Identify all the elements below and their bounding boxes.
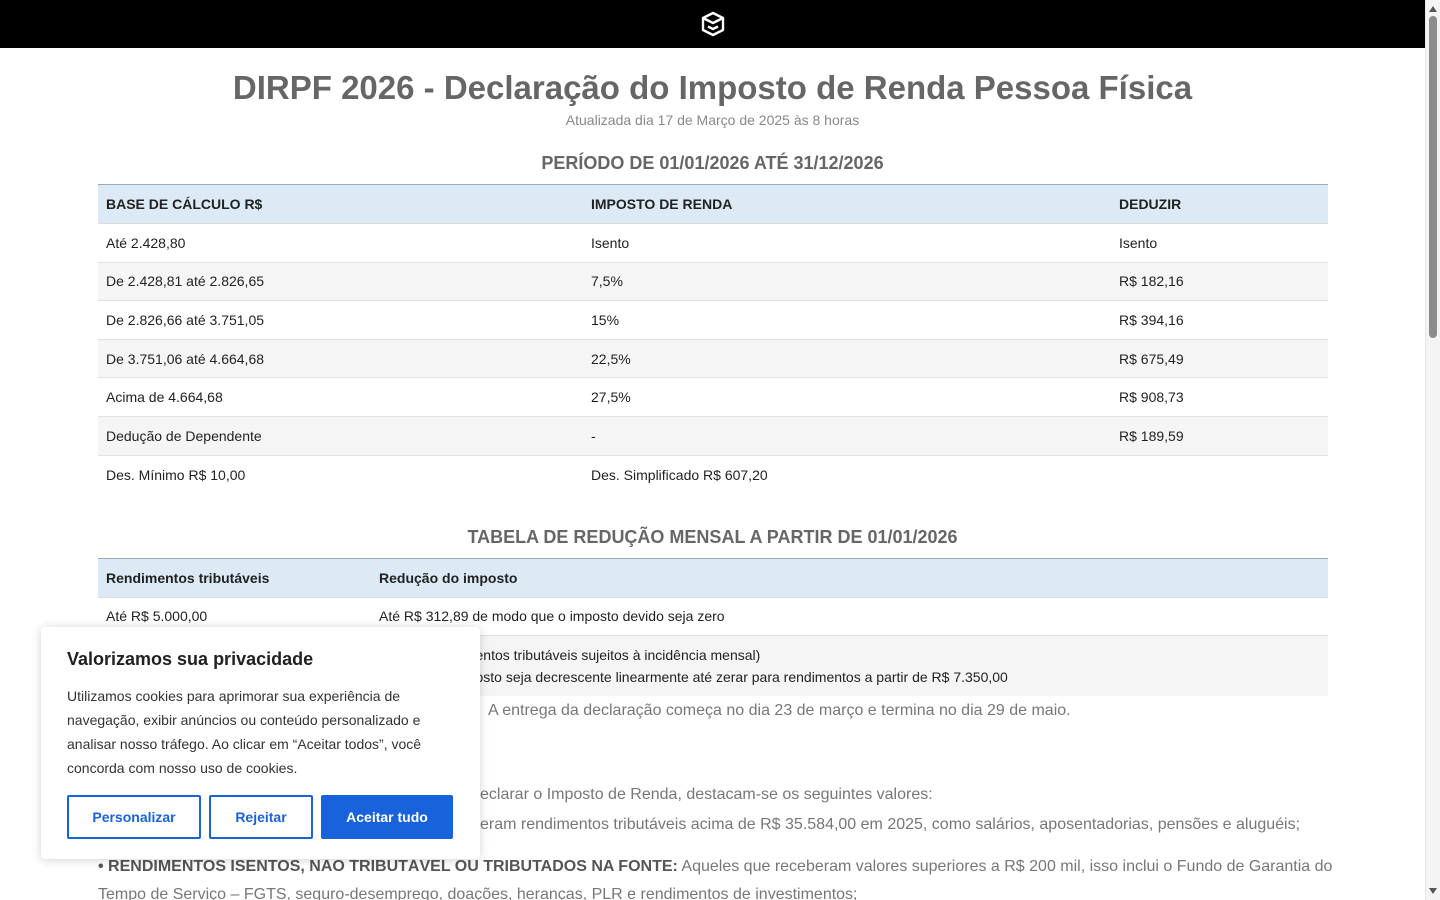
column-header: Redução do imposto xyxy=(371,557,1328,598)
customize-button[interactable]: Personalizar xyxy=(67,795,201,839)
column-header: DEDUZIR xyxy=(1111,184,1328,224)
table-cell: 7,5% xyxy=(583,262,1111,302)
table-cell: Des. Mínimo R$ 10,00 xyxy=(106,466,246,483)
table-cell xyxy=(1111,455,1328,494)
scroll-up-arrow-icon[interactable] xyxy=(1429,6,1437,12)
table-cell: Até 2.428,80 xyxy=(98,223,583,263)
table-row: De 2.428,81 até 2.826,65 7,5% R$ 182,16 xyxy=(98,262,1328,302)
tax-brackets-table: BASE DE CÁLCULO R$ IMPOSTO DE RENDA DEDU… xyxy=(98,184,1328,494)
page-scrollbar[interactable] xyxy=(1425,0,1440,900)
table-cell: De 3.751,06 até 4.664,68 xyxy=(98,339,583,379)
delivery-paragraph: A entrega da declaração começa no dia 23… xyxy=(488,702,1071,719)
table-row: Dedução de Dependente - R$ 189,59 xyxy=(98,416,1328,456)
table-header-row: Rendimentos tributáveis Redução do impos… xyxy=(98,557,1328,598)
top-bar xyxy=(0,0,1425,48)
column-header: BASE DE CÁLCULO R$ xyxy=(98,184,583,224)
table-cell: Dedução de Dependente xyxy=(98,416,583,456)
table-row: Des. Mínimo R$ 10,00 Des. Simplificado R… xyxy=(98,455,1328,494)
table-cell: R$ 394,16 xyxy=(1111,300,1328,340)
table-row: De 3.751,06 até 4.664,68 22,5% R$ 675,49 xyxy=(98,339,1328,379)
table-cell: Acima de 4.664,68 xyxy=(98,377,583,417)
table2-title: TABELA DE REDUÇÃO MENSAL A PARTIR DE 01/… xyxy=(467,526,958,547)
table-cell: De 2.428,81 até 2.826,65 xyxy=(98,262,583,302)
table-cell: 15% xyxy=(583,300,1111,340)
cube-logo-icon[interactable] xyxy=(699,10,727,38)
table-cell: Até R$ 312,89 de modo que o imposto devi… xyxy=(371,597,1328,637)
table-row: Até 2.428,80 Isento Isento xyxy=(98,223,1328,263)
reduction-line-2: redução do imposto seja decrescente line… xyxy=(379,669,1008,685)
scrollbar-thumb[interactable] xyxy=(1429,16,1437,338)
accept-all-button[interactable]: Aceitar tudo xyxy=(321,795,453,839)
taxable-income-paragraph: eram rendimentos tributáveis acima de R$… xyxy=(480,816,1301,833)
table-cell: 33145 x rendimentos tributáveis sujeitos… xyxy=(371,635,1328,696)
table-row: De 2.826,66 até 3.751,05 15% R$ 394,16 xyxy=(98,300,1328,340)
table-cell: Isento xyxy=(583,223,1111,263)
column-header: Rendimentos tributáveis xyxy=(98,557,371,598)
exempt-income-continuation: Tempo de Serviço – FGTS, seguro-desempre… xyxy=(98,886,858,900)
cookie-title: Valorizamos sua privacidade xyxy=(67,649,314,669)
cookie-consent-banner: Valorizamos sua privacidade Utilizamos c… xyxy=(41,627,480,859)
table-cell: R$ 675,49 xyxy=(1111,339,1328,379)
table-cell: 27,5% xyxy=(583,377,1111,417)
table1-title: PERÍODO DE 01/01/2026 ATÉ 31/12/2026 xyxy=(541,153,884,173)
table-cell: De 2.826,66 até 3.751,05 xyxy=(98,300,583,340)
scroll-down-arrow-icon[interactable] xyxy=(1429,888,1437,894)
reject-button[interactable]: Rejeitar xyxy=(209,795,313,839)
table-cell: R$ 908,73 xyxy=(1111,377,1328,417)
cookie-buttons: Personalizar Rejeitar Aceitar tudo xyxy=(67,795,453,839)
exempt-income-label: • RENDIMENTOS ISENTOS, NÃO TRIBUTÁVEL OU… xyxy=(98,858,678,875)
table-cell: 22,5% xyxy=(583,339,1111,379)
table-cell: Des. Simplificado R$ 607,20 xyxy=(591,466,768,483)
table-header-row: BASE DE CÁLCULO R$ IMPOSTO DE RENDA DEDU… xyxy=(98,184,1328,224)
table-cell: Isento xyxy=(1111,223,1328,263)
who-must-declare-paragraph: eclarar o Imposto de Renda, destacam-se … xyxy=(480,786,933,803)
table-cell: R$ 182,16 xyxy=(1111,262,1328,302)
exempt-income-text: Aqueles que receberam valores superiores… xyxy=(677,858,1333,875)
column-header: IMPOSTO DE RENDA xyxy=(583,184,1111,224)
reduction-line-1: 33145 x rendimentos tributáveis sujeitos… xyxy=(379,647,761,663)
table-row: Acima de 4.664,68 27,5% R$ 908,73 xyxy=(98,377,1328,417)
exempt-income-paragraph: • RENDIMENTOS ISENTOS, NÃO TRIBUTÁVEL OU… xyxy=(98,858,1332,876)
table-cell: - xyxy=(583,416,1111,456)
table-cell: R$ 189,59 xyxy=(1111,416,1328,456)
update-date: Atualizada dia 17 de Março de 2025 às 8 … xyxy=(565,112,860,128)
page-title: DIRPF 2026 - Declaração do Imposto de Re… xyxy=(232,69,1193,106)
cookie-text: Utilizamos cookies para aprimorar sua ex… xyxy=(67,688,422,776)
